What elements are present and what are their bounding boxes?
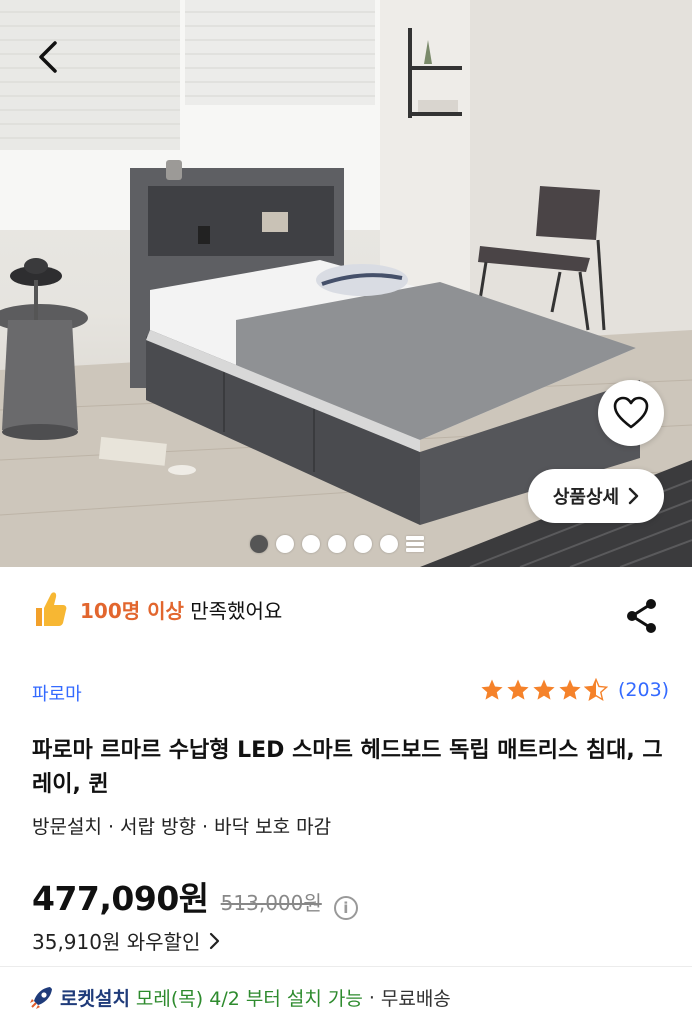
star-half-icon <box>584 678 608 702</box>
carousel-dot[interactable] <box>380 535 398 553</box>
back-button[interactable] <box>20 28 78 86</box>
wow-discount-link[interactable]: 35,910원 와우할인 <box>32 926 220 955</box>
chevron-right-icon <box>210 932 220 949</box>
delivery-separator: · <box>368 986 375 1009</box>
chevron-left-icon <box>39 41 57 73</box>
carousel-dot[interactable] <box>276 535 294 553</box>
carousel-indicator <box>250 534 424 554</box>
heart-icon <box>613 396 649 429</box>
product-image-carousel[interactable]: 상품상세 <box>0 0 692 567</box>
divider <box>0 966 692 967</box>
review-count[interactable]: (203) <box>618 679 669 701</box>
delivery-service-name: 로켓설치 <box>60 988 130 1010</box>
carousel-dot[interactable] <box>250 535 268 553</box>
price-row: 477,090원 513,000원 i <box>32 872 358 920</box>
wow-discount-text: 35,910원 와우할인 <box>32 930 201 954</box>
sale-price: 477,090원 <box>32 879 209 918</box>
rocket-icon <box>30 986 52 1009</box>
star-icon <box>507 679 529 700</box>
satisfaction-banner: 100명 이상 만족했어요 <box>32 590 282 628</box>
carousel-menu-icon[interactable] <box>406 536 424 552</box>
info-icon[interactable]: i <box>333 896 358 920</box>
wishlist-button[interactable] <box>598 380 664 446</box>
star-icon <box>559 679 581 700</box>
carousel-dot[interactable] <box>302 535 320 553</box>
share-icon <box>627 599 656 633</box>
satisfaction-text: 만족했어요 <box>190 598 283 623</box>
star-icon <box>533 679 555 700</box>
thumbs-up-icon <box>36 592 67 626</box>
product-options: 방문설치 · 서랍 방향 · 바닥 보호 마감 <box>32 816 332 838</box>
delivery-date: 모레(목) 4/2 부터 설치 가능 <box>135 988 363 1010</box>
product-title: 파로마 르마르 수납형 LED 스마트 헤드보드 독립 매트리스 침대, 그레이… <box>32 738 663 797</box>
satisfaction-count: 100명 이상 <box>80 598 184 623</box>
chevron-right-icon <box>628 487 639 505</box>
delivery-info: 로켓설치 모레(목) 4/2 부터 설치 가능 · 무료배송 <box>28 984 451 1011</box>
original-price: 513,000원 <box>220 891 322 915</box>
share-button[interactable] <box>622 596 662 636</box>
product-detail-button[interactable]: 상품상세 <box>528 469 664 523</box>
product-detail-label: 상품상세 <box>552 487 620 508</box>
carousel-dot[interactable] <box>354 535 372 553</box>
carousel-dot[interactable] <box>328 535 346 553</box>
rating[interactable]: (203) <box>480 678 669 702</box>
free-shipping: 무료배송 <box>380 988 451 1010</box>
star-icon <box>481 679 503 700</box>
brand-link[interactable]: 파로마 <box>32 680 82 706</box>
